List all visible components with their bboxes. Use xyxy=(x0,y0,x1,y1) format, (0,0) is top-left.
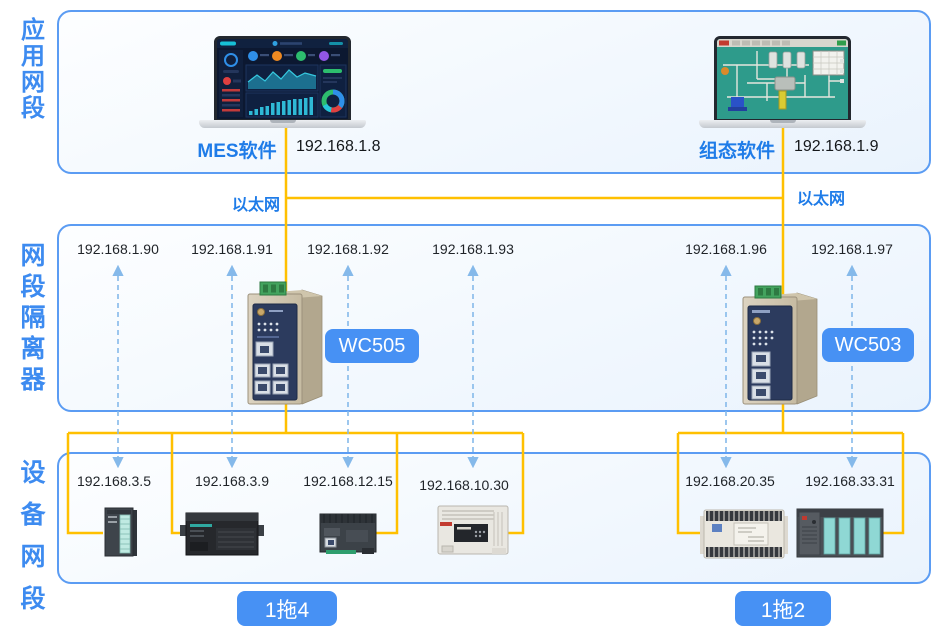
mes-host-ip: 192.168.1.8 xyxy=(296,138,381,156)
isolator-ip-label: 192.168.1.93 xyxy=(415,241,531,257)
wc503-gateway-image xyxy=(739,284,827,406)
section-label-isolator: 网段隔离器 xyxy=(17,241,49,396)
group-label-1to2: 1拖2 xyxy=(735,591,831,626)
wc505-gateway-image xyxy=(244,280,332,406)
plc-rack-image xyxy=(795,503,885,561)
section-label-devices: 设备网段 xyxy=(17,452,49,620)
isolator-ip-label: 192.168.1.90 xyxy=(60,241,176,257)
ethernet-label-right: 以太网 xyxy=(797,185,845,209)
plc-s7200-image xyxy=(180,510,264,558)
scada-laptop-screen xyxy=(714,36,851,122)
group-label-1to4: 1拖4 xyxy=(237,591,337,626)
mes-laptop-base xyxy=(199,120,366,128)
plc-module-image xyxy=(101,506,141,558)
network-topology-diagram: 应用网段 网段隔离器 设备网段 xyxy=(0,0,939,634)
device-ip-label: 192.168.20.35 xyxy=(672,473,788,489)
wc505-badge: WC505 xyxy=(325,329,419,363)
wc503-badge: WC503 xyxy=(822,328,914,362)
plc-compact-image xyxy=(316,508,380,556)
plc-delta-image xyxy=(700,506,788,562)
mes-host-label: MES软件 xyxy=(187,136,287,163)
scada-host-ip: 192.168.1.9 xyxy=(794,138,879,156)
device-ip-label: 192.168.33.31 xyxy=(792,473,908,489)
mes-dashboard-image xyxy=(217,39,348,119)
scada-screen-image xyxy=(717,39,848,119)
isolator-ip-label: 192.168.1.92 xyxy=(290,241,406,257)
device-ip-label: 192.168.10.30 xyxy=(406,477,522,493)
device-ip-label: 192.168.3.9 xyxy=(174,473,290,489)
ethernet-label-left: 以太网 xyxy=(218,191,280,215)
plc-fx-image xyxy=(436,502,510,558)
isolator-ip-label: 192.168.1.97 xyxy=(794,241,910,257)
mes-laptop-screen xyxy=(214,36,351,122)
device-ip-label: 192.168.12.15 xyxy=(290,473,406,489)
section-label-application: 应用网段 xyxy=(17,18,49,122)
scada-host-label: 组态软件 xyxy=(687,136,787,163)
isolator-ip-label: 192.168.1.91 xyxy=(174,241,290,257)
scada-laptop-base xyxy=(699,120,866,128)
isolator-ip-label: 192.168.1.96 xyxy=(668,241,784,257)
device-ip-label: 192.168.3.5 xyxy=(56,473,172,489)
